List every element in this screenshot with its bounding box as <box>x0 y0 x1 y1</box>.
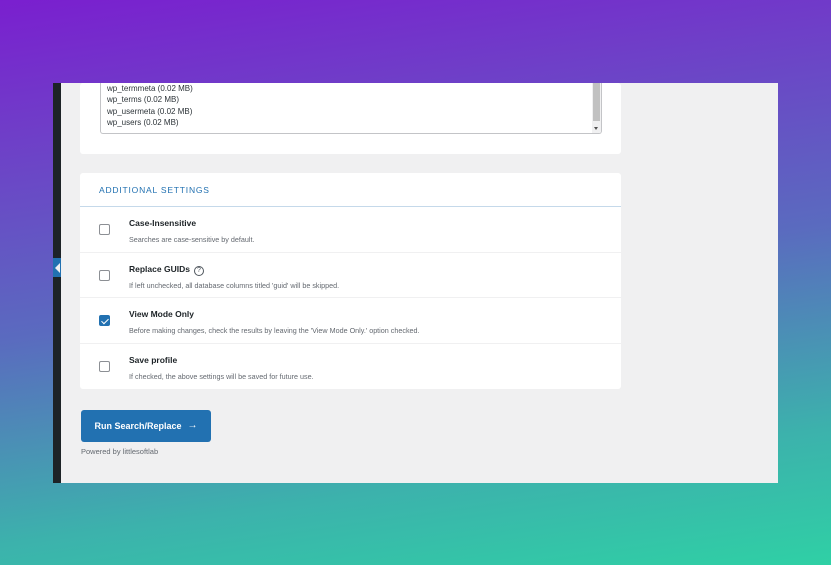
scroll-down-icon[interactable] <box>594 127 598 130</box>
replace-guids-checkbox[interactable] <box>99 269 110 281</box>
setting-description: Before making changes, check the results… <box>129 326 420 335</box>
setting-label: Case-Insensitive <box>129 218 197 228</box>
additional-settings-card: ADDITIONAL SETTINGS Case-Insensitive Sea… <box>80 173 621 389</box>
list-scrollbar[interactable] <box>592 83 601 133</box>
case-insensitive-checkbox[interactable] <box>99 224 110 235</box>
setting-case-insensitive: Case-Insensitive Searches are case-sensi… <box>80 207 621 253</box>
collapse-menu-icon[interactable] <box>53 258 61 277</box>
setting-label: View Mode Only <box>129 309 195 319</box>
app-window: wp_termmeta (0.02 MB) wp_terms (0.02 MB)… <box>53 83 778 483</box>
tables-card: wp_termmeta (0.02 MB) wp_terms (0.02 MB)… <box>80 83 621 154</box>
help-icon[interactable]: ? <box>193 265 204 276</box>
table-option[interactable]: wp_termmeta (0.02 MB) <box>107 83 601 94</box>
setting-replace-guids: Replace GUIDs? If left unchecked, all da… <box>80 253 621 298</box>
arrow-right-icon: → <box>187 420 198 431</box>
table-select-list[interactable]: wp_termmeta (0.02 MB) wp_terms (0.02 MB)… <box>100 83 602 134</box>
scrollbar-thumb[interactable] <box>593 83 600 121</box>
setting-description: If checked, the above settings will be s… <box>129 371 314 381</box>
section-title: ADDITIONAL SETTINGS <box>80 173 621 207</box>
table-option[interactable]: wp_users (0.02 MB) <box>107 117 601 128</box>
setting-description: Searches are case-sensitive by default. <box>129 235 255 244</box>
admin-sidebar <box>53 83 61 483</box>
setting-label: Save profile <box>129 354 178 365</box>
setting-view-mode-only: View Mode Only Before making changes, ch… <box>80 298 621 344</box>
table-option[interactable]: wp_usermeta (0.02 MB) <box>107 106 601 117</box>
setting-title-row: Replace GUIDs? <box>129 264 204 276</box>
setting-save-profile: Save profile If checked, the above setti… <box>80 344 621 390</box>
setting-label: Replace GUIDs <box>129 263 190 274</box>
table-option[interactable]: wp_terms (0.02 MB) <box>107 94 601 105</box>
run-search-replace-button[interactable]: Run Search/Replace → <box>81 410 211 442</box>
setting-description: If left unchecked, all database columns … <box>129 280 340 290</box>
view-mode-only-checkbox[interactable] <box>99 315 110 326</box>
save-profile-checkbox[interactable] <box>99 360 110 372</box>
run-button-label: Run Search/Replace <box>94 421 182 431</box>
powered-by-text: Powered by littlesoftlab <box>81 447 159 456</box>
